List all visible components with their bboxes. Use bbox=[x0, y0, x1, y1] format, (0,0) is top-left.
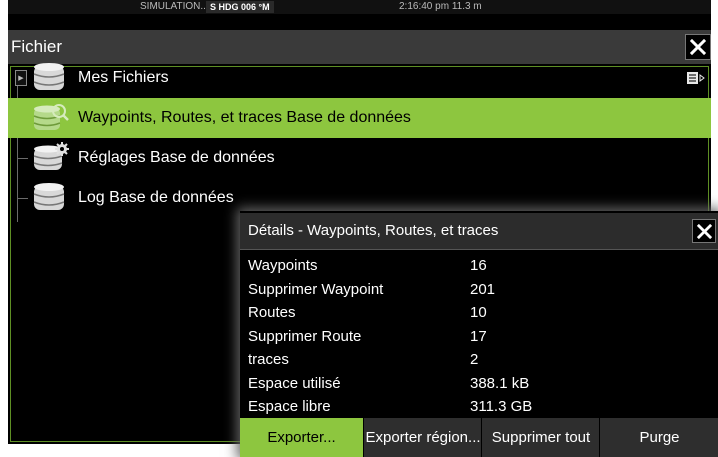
database-search-icon bbox=[33, 104, 69, 130]
detail-value: 311.3 GB bbox=[470, 398, 533, 415]
simulation-indicator: SIMULATION... bbox=[140, 1, 209, 12]
detail-label: Espace utilisé bbox=[248, 374, 341, 392]
export-region-button[interactable]: Exporter région... bbox=[363, 418, 482, 457]
detail-value: 10 bbox=[470, 304, 487, 321]
detail-value: 16 bbox=[470, 257, 487, 274]
file-item-label: Mes Fichiers bbox=[78, 69, 169, 86]
detail-row: Supprimer Waypoint 201 bbox=[240, 278, 718, 302]
detail-label: Waypoints bbox=[248, 257, 318, 274]
delete-all-button[interactable]: Supprimer tout bbox=[481, 418, 600, 457]
details-dialog: Détails - Waypoints, Routes, et traces W… bbox=[240, 211, 718, 457]
close-icon bbox=[696, 223, 712, 239]
dialog-titlebar: Détails - Waypoints, Routes, et traces bbox=[240, 213, 718, 250]
detail-row: Espace utilisé 388.1 kB bbox=[240, 372, 718, 396]
detail-label: Espace libre bbox=[248, 398, 331, 415]
detail-value: 388.1 kB bbox=[470, 374, 530, 392]
database-icon bbox=[33, 63, 65, 90]
file-item-label: Log Base de données bbox=[78, 189, 234, 206]
file-item-reglages-db[interactable]: Réglages Base de données bbox=[8, 138, 711, 178]
menu-icon[interactable] bbox=[687, 71, 705, 85]
time-depth-readout: 2:16:40 pm 11.3 m bbox=[399, 1, 482, 12]
detail-row: traces 2 bbox=[240, 348, 718, 372]
heading-indicator: S HDG 006 °M bbox=[206, 1, 274, 13]
details-list: Waypoints 16 Supprimer Waypoint 201 Rout… bbox=[240, 254, 718, 419]
detail-row: Espace libre 311.3 GB bbox=[240, 395, 718, 419]
detail-label: Routes bbox=[248, 304, 296, 321]
detail-label: Supprimer Route bbox=[248, 327, 362, 345]
database-gear-icon bbox=[33, 142, 69, 170]
dialog-button-bar: Exporter... Exporter région... Supprimer… bbox=[240, 418, 718, 457]
export-button[interactable]: Exporter... bbox=[240, 418, 363, 457]
status-bar: SIMULATION... S HDG 006 °M 2:16:40 pm 11… bbox=[8, 0, 711, 14]
dialog-close-button[interactable] bbox=[692, 219, 716, 243]
detail-row: Routes 10 bbox=[240, 301, 718, 325]
detail-label: traces bbox=[248, 351, 289, 368]
detail-value: 17 bbox=[470, 327, 487, 345]
file-item-mes-fichiers[interactable]: ▶ Mes Fichiers bbox=[8, 58, 711, 98]
database-icon bbox=[33, 183, 65, 210]
file-item-waypoints-db[interactable]: Waypoints, Routes, et traces Base de don… bbox=[8, 98, 711, 138]
detail-value: 2 bbox=[470, 351, 479, 368]
file-item-label: Waypoints, Routes, et traces Base de don… bbox=[78, 109, 411, 126]
expand-icon[interactable]: ▶ bbox=[15, 70, 27, 86]
detail-value: 201 bbox=[470, 280, 496, 298]
close-button[interactable] bbox=[685, 34, 711, 60]
detail-row: Supprimer Route 17 bbox=[240, 325, 718, 349]
dialog-title: Détails - Waypoints, Routes, et traces bbox=[248, 222, 499, 239]
close-icon bbox=[690, 39, 706, 55]
detail-label: Supprimer Waypoint bbox=[248, 280, 384, 298]
file-item-label: Réglages Base de données bbox=[78, 149, 275, 166]
detail-row: Waypoints 16 bbox=[240, 254, 718, 278]
purge-button[interactable]: Purge bbox=[599, 418, 718, 457]
